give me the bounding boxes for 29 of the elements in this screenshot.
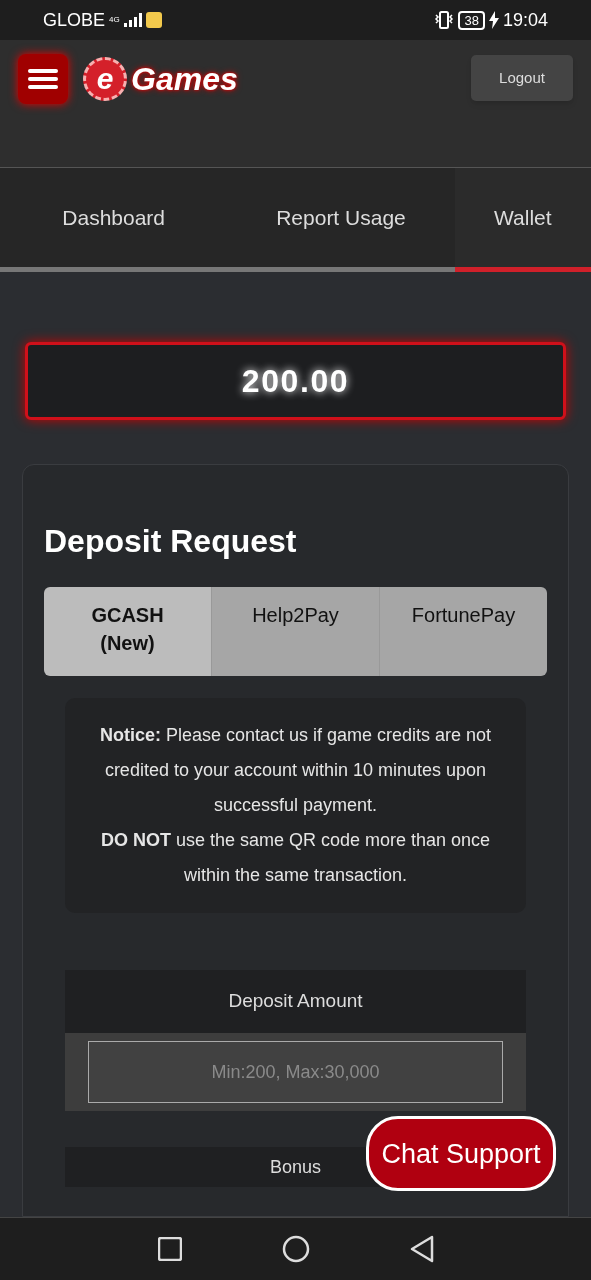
network-type: 4G: [109, 16, 120, 24]
clock-time: 19:04: [502, 8, 548, 32]
chat-support-button[interactable]: Chat Support: [366, 1116, 556, 1191]
payment-method-tab[interactable]: GCASH (New): [44, 587, 212, 676]
section-title: Deposit Request: [44, 522, 298, 561]
payment-method-tab[interactable]: Help2Pay: [212, 587, 380, 676]
signal-icon: [123, 13, 142, 27]
carrier-name: GLOBE: [43, 8, 106, 32]
logout-button[interactable]: Logout: [471, 55, 573, 101]
deposit-amount-field[interactable]: Min:200, Max:30,000: [88, 1041, 503, 1103]
notification-icon: [145, 12, 162, 28]
vibrate-icon: [434, 11, 455, 29]
deposit-amount-label: Deposit Amount: [65, 970, 526, 1033]
notice-text: Notice: Please contact us if game credits are not credited to your account within 10 minutes upon successful payment.: [98, 724, 493, 817]
logo-text: Games: [131, 60, 238, 99]
home-icon[interactable]: [281, 1235, 310, 1263]
balance-display: 200.00: [25, 342, 566, 420]
menu-button[interactable]: [18, 54, 68, 104]
battery-indicator: 38: [458, 10, 485, 30]
bonus-label: Bonus: [269, 1155, 321, 1179]
menu-icon: [28, 67, 58, 91]
recent-apps-icon[interactable]: [157, 1237, 182, 1261]
charging-icon: [488, 11, 499, 29]
back-icon[interactable]: [409, 1235, 434, 1263]
payment-method-tab[interactable]: FortunePay: [380, 587, 547, 676]
notice-text: DO NOT use the same QR code more than once within the same transaction.: [99, 829, 492, 887]
nav-tab[interactable]: Wallet: [454, 168, 591, 272]
nav-tab[interactable]: Dashboard: [0, 168, 228, 272]
logo-chip: e: [83, 57, 127, 101]
